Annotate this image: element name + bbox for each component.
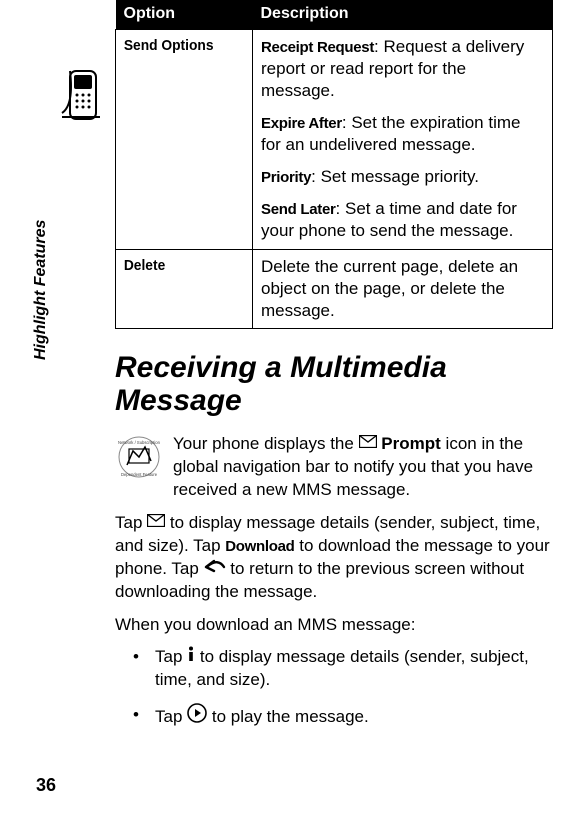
tap-instructions-paragraph: Tap to display message details (sender, … [115,512,553,604]
svg-text:Network / Subscription: Network / Subscription [118,440,161,445]
section-heading: Receiving a Multimedia Message [115,351,553,417]
options-table: Option Description Send Options Receipt … [115,0,553,329]
sub-option-receipt-request: Receipt Request [261,39,374,56]
table-row: Send Options Receipt Request: Request a … [116,29,553,249]
when-download-paragraph: When you download an MMS message: [115,614,553,637]
list-item: Tap to play the message. [145,704,553,731]
prompt-label: Prompt [377,434,441,453]
svg-text:Dependent Feature: Dependent Feature [121,472,158,477]
sub-option-priority: Priority [261,169,311,186]
envelope-icon [359,432,377,455]
section-running-head: Highlight Features [32,220,50,360]
col-header-description: Description [253,0,553,29]
sub-option-priority-text: : Set message priority. [311,167,479,186]
option-delete: Delete [116,249,242,328]
list-item: Tap to display message details (sender, … [145,646,553,692]
download-label: Download [225,538,294,555]
page-number: 36 [36,775,56,796]
p2-pre: Tap [115,513,147,532]
intro-paragraph: Your phone displays the Prompt icon in t… [173,433,553,502]
envelope-icon [147,511,165,534]
b1-post: to display message details (sender, subj… [155,647,529,689]
back-arrow-icon [204,557,226,580]
b1-pre: Tap [155,647,187,666]
option-delete-desc: Delete the current page, delete an objec… [253,249,553,328]
sub-option-send-later: Send Later [261,201,336,218]
phone-graphic-icon [60,65,108,125]
play-circle-icon [187,703,207,730]
option-send-options: Send Options [116,29,242,249]
b2-post: to play the message. [207,707,369,726]
download-steps-list: Tap to display message details (sender, … [115,646,553,731]
info-i-icon [187,646,195,669]
option-send-options-desc: Receipt Request: Request a delivery repo… [253,29,553,249]
b2-pre: Tap [155,707,187,726]
network-subscription-badge-icon: Network / Subscription Dependent Feature [115,435,163,479]
intro-text-pre: Your phone displays the [173,434,359,453]
table-row: Delete Delete the current page, delete a… [116,249,553,328]
sub-option-expire-after: Expire After [261,115,342,132]
col-header-option: Option [116,0,253,29]
